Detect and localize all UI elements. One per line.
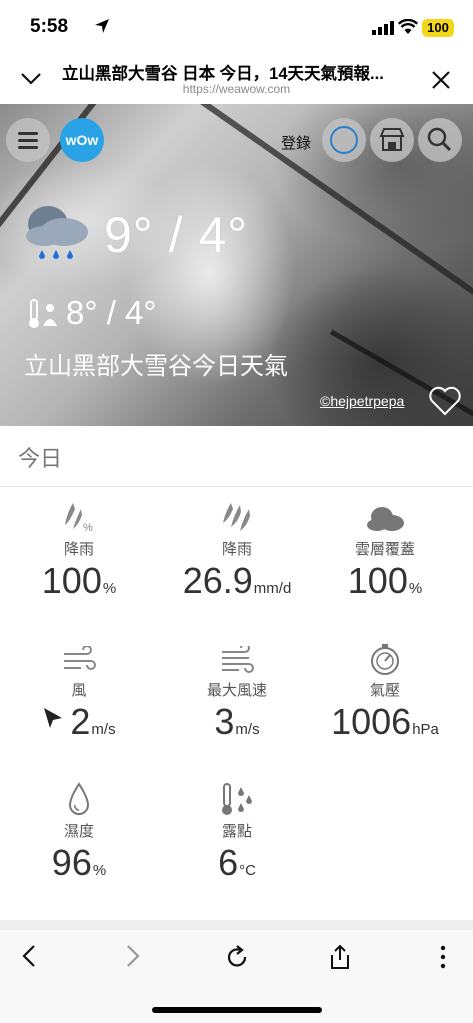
metric-label: 降雨 — [63, 540, 94, 558]
rain-cloud-icon — [26, 206, 88, 259]
browser-toolbar — [0, 930, 473, 1023]
metric-precip-amount: 降雨 26.9mm/d — [158, 495, 316, 602]
browser-title-bar: 立山黑部大雪谷 日本 今日，14天天氣預報... https://weawow.… — [0, 56, 473, 104]
metric-label: 風 — [71, 681, 87, 699]
metric-unit: m/s — [91, 721, 116, 738]
metric-label: 露點 — [221, 822, 252, 840]
share-icon[interactable] — [328, 944, 352, 970]
back-icon[interactable] — [20, 944, 40, 968]
close-icon[interactable] — [431, 70, 451, 90]
signal-icon — [372, 21, 394, 35]
compass-icon — [330, 126, 358, 154]
forward-icon[interactable] — [122, 944, 142, 968]
temperature-high-low: 9° / 4° — [104, 207, 249, 263]
rain-amount-icon — [223, 503, 250, 531]
metric-label: 降雨 — [221, 540, 252, 558]
reload-icon[interactable] — [224, 944, 250, 970]
status-bar: 5:58 100 — [0, 0, 473, 56]
svg-text:%: % — [83, 522, 93, 534]
search-button[interactable] — [418, 118, 462, 162]
login-link[interactable]: 登錄 — [281, 132, 311, 153]
metric-value: 3 — [214, 701, 235, 742]
metric-label: 濕度 — [63, 822, 94, 840]
metric-wind: 風 2m/s — [0, 636, 158, 743]
location-title: 立山黑部大雪谷今日天氣 — [24, 352, 288, 380]
metric-value: 6 — [218, 842, 239, 883]
metric-value: 100 — [347, 560, 408, 601]
wind-gust-icon — [222, 646, 254, 673]
metric-value: 96 — [51, 842, 92, 883]
wifi-icon — [398, 19, 418, 34]
metric-value: 100 — [41, 560, 102, 601]
compass-button[interactable] — [322, 118, 366, 162]
page-url[interactable]: https://weawow.com — [0, 82, 473, 96]
metric-unit: m/s — [235, 721, 260, 738]
metric-unit: hPa — [412, 721, 439, 738]
menu-button[interactable] — [6, 118, 50, 162]
metric-value: 26.9 — [182, 560, 253, 601]
metric-humidity: 濕度 96% — [0, 777, 158, 884]
heart-icon[interactable] — [428, 385, 462, 417]
battery-indicator: 100 — [422, 19, 454, 37]
status-time: 5:58 — [30, 16, 69, 37]
metric-label: 氣壓 — [369, 681, 400, 699]
search-icon — [427, 127, 452, 152]
metric-unit: % — [408, 580, 423, 597]
wind-direction-arrow-icon — [44, 708, 63, 728]
metric-precip-chance: % 降雨 100% — [0, 495, 158, 602]
page-title[interactable]: 立山黑部大雪谷 日本 今日，14天天氣預報... — [62, 60, 414, 84]
weather-hero: wOw 登錄 9° / 4° 8° / 4° 立山黑部大雪谷今日天氣 ©hejp… — [0, 104, 473, 426]
feels-like-temperature: 8° / 4° — [66, 294, 157, 331]
store-icon — [379, 128, 405, 151]
humidity-drop-icon — [68, 782, 90, 815]
store-button[interactable] — [370, 118, 414, 162]
cloud-icon — [367, 507, 404, 531]
dew-point-icon — [222, 783, 252, 815]
metric-max-wind: 最大風速 3m/s — [158, 636, 316, 743]
metric-dew-point: 露點 6°C — [158, 777, 316, 884]
today-section-label: 今日 — [18, 447, 63, 472]
metric-unit: % — [102, 580, 117, 597]
metric-label: 雲層覆蓋 — [354, 540, 415, 558]
metric-unit: mm/d — [253, 580, 292, 597]
home-indicator — [152, 1007, 322, 1013]
feels-like-icon — [29, 299, 57, 328]
metric-label: 最大風速 — [206, 681, 267, 699]
pressure-gauge-icon — [371, 644, 399, 675]
more-options-icon[interactable] — [438, 944, 448, 970]
metric-cloud-cover: 雲層覆蓋 100% — [306, 495, 464, 602]
section-divider — [0, 486, 473, 487]
photo-credit-link[interactable]: ©hejpetrpepa — [320, 393, 404, 409]
section-separator — [0, 920, 473, 930]
metric-value: 2 — [70, 701, 91, 742]
metric-value: 1006 — [331, 701, 412, 742]
metric-pressure: 氣壓 1006hPa — [306, 636, 464, 743]
metric-unit: °C — [239, 862, 256, 879]
location-arrow-icon — [95, 19, 109, 33]
rain-chance-icon: % — [65, 503, 93, 534]
weawow-logo[interactable]: wOw — [60, 118, 104, 162]
metric-unit: % — [92, 862, 107, 879]
wind-icon — [64, 646, 96, 670]
